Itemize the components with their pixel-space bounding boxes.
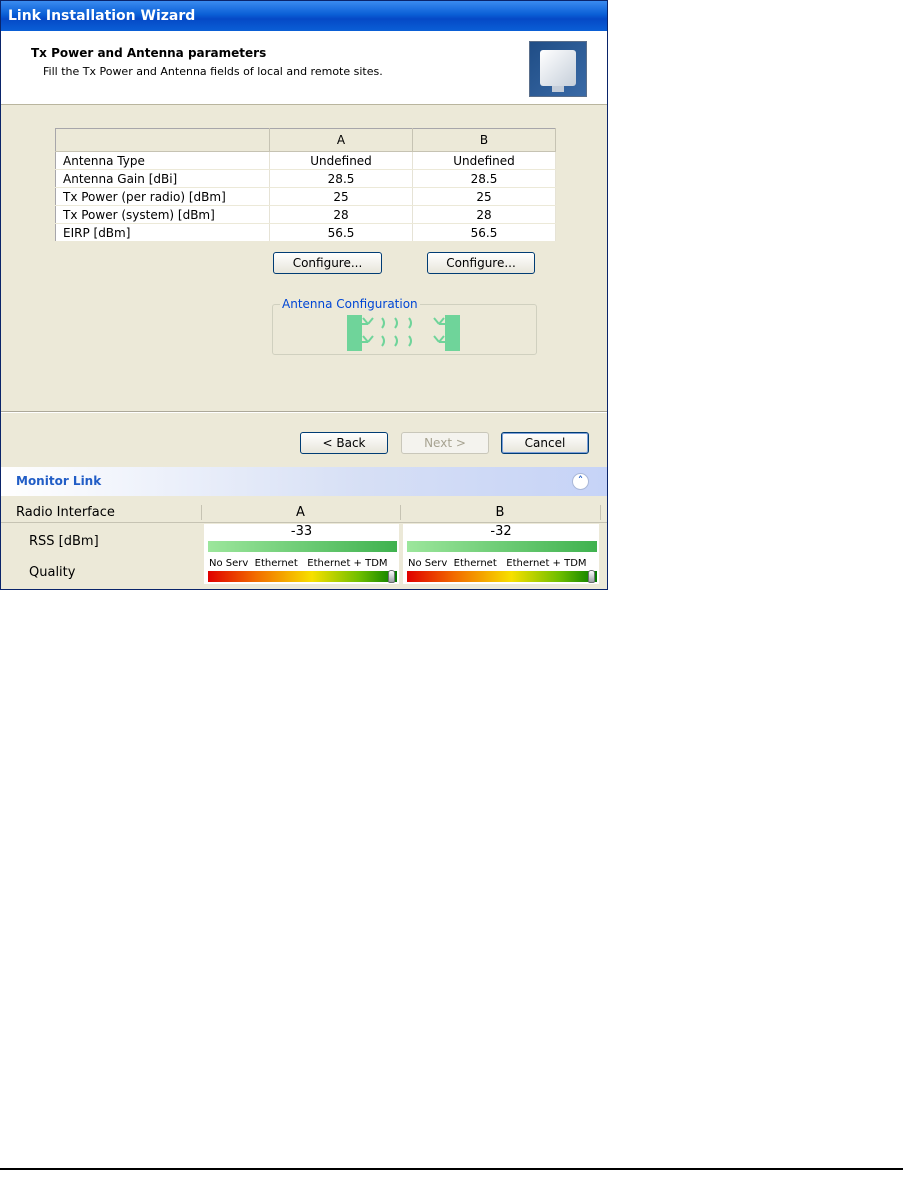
table-row[interactable]: Tx Power (system) [dBm] 28 28: [55, 205, 556, 224]
quality-level-ethernet-tdm: Ethernet + TDM: [506, 558, 587, 569]
table-header-row: A B: [55, 128, 556, 152]
wizard-header: Tx Power and Antenna parameters Fill the…: [1, 31, 607, 105]
antenna-diagram-icon: [347, 315, 460, 351]
cell-a: 56.5: [269, 223, 414, 242]
rss-value-a: -33: [290, 524, 313, 539]
cell-b: 56.5: [412, 223, 556, 242]
cell-a: Undefined: [269, 151, 414, 170]
page-rule: [0, 1168, 903, 1170]
quality-level-no-serv: No Serv: [408, 558, 448, 569]
page-title: Tx Power and Antenna parameters: [31, 46, 267, 60]
rss-label: RSS [dBm]: [29, 534, 99, 549]
quality-level-ethernet: Ethernet: [453, 558, 497, 569]
next-button[interactable]: Next >: [401, 432, 489, 454]
radio-interface-label: Radio Interface: [16, 505, 115, 520]
cell-a: 25: [269, 187, 414, 206]
table-row[interactable]: EIRP [dBm] 56.5 56.5: [55, 223, 556, 242]
quality-bar-b: [407, 571, 597, 582]
cell-b: 25: [412, 187, 556, 206]
configure-b-button[interactable]: Configure...: [427, 252, 535, 274]
cell-b: Undefined: [412, 151, 556, 170]
table-row[interactable]: Tx Power (per radio) [dBm] 25 25: [55, 187, 556, 206]
antenna-icon: [529, 41, 587, 97]
quality-levels-a: No Serv Ethernet Ethernet + TDM: [209, 558, 388, 569]
cell-b: 28: [412, 205, 556, 224]
rss-bar-b: [407, 541, 597, 552]
back-button[interactable]: < Back: [300, 432, 388, 454]
quality-label: Quality: [29, 565, 76, 580]
table-row[interactable]: Antenna Type Undefined Undefined: [55, 151, 556, 170]
button-divider: [1, 411, 607, 413]
quality-indicator-b: [588, 570, 595, 583]
cancel-button[interactable]: Cancel: [501, 432, 589, 454]
rss-value-b: -32: [490, 524, 512, 539]
monitor-link-title: Monitor Link: [16, 474, 102, 488]
monitor-column-a: A: [296, 505, 305, 520]
cell-a: 28.5: [269, 169, 414, 188]
column-header-b: B: [412, 128, 556, 152]
collapse-chevron-icon[interactable]: ˄: [572, 473, 589, 490]
quality-level-no-serv: No Serv: [209, 558, 249, 569]
cell-b: 28.5: [412, 169, 556, 188]
configure-a-button[interactable]: Configure...: [273, 252, 382, 274]
quality-levels-b: No Serv Ethernet Ethernet + TDM: [408, 558, 587, 569]
row-label: EIRP [dBm]: [55, 223, 271, 242]
quality-level-ethernet: Ethernet: [254, 558, 298, 569]
row-label: Antenna Gain [dBi]: [55, 169, 271, 188]
page-subtitle: Fill the Tx Power and Antenna fields of …: [43, 65, 383, 78]
monitor-header-row: Radio Interface A B: [1, 502, 607, 523]
column-header-label: [55, 128, 271, 152]
cell-a: 28: [269, 205, 414, 224]
row-label: Tx Power (system) [dBm]: [55, 205, 271, 224]
row-label: Tx Power (per radio) [dBm]: [55, 187, 271, 206]
title-bar: Link Installation Wizard: [1, 1, 607, 31]
column-header-a: A: [269, 128, 414, 152]
parameters-table: A B Antenna Type Undefined Undefined Ant…: [55, 128, 556, 242]
quality-bar-a: [208, 571, 397, 582]
monitor-link-bar: Monitor Link ˄: [1, 467, 607, 496]
rss-bar-a: [208, 541, 397, 552]
quality-level-ethernet-tdm: Ethernet + TDM: [307, 558, 388, 569]
antenna-configuration-legend: Antenna Configuration: [280, 297, 420, 311]
window-title: Link Installation Wizard: [8, 8, 196, 24]
monitor-column-b: B: [495, 505, 505, 520]
quality-indicator-a: [388, 570, 395, 583]
wizard-window: Link Installation Wizard Tx Power and An…: [0, 0, 608, 590]
table-row[interactable]: Antenna Gain [dBi] 28.5 28.5: [55, 169, 556, 188]
row-label: Antenna Type: [55, 151, 271, 170]
